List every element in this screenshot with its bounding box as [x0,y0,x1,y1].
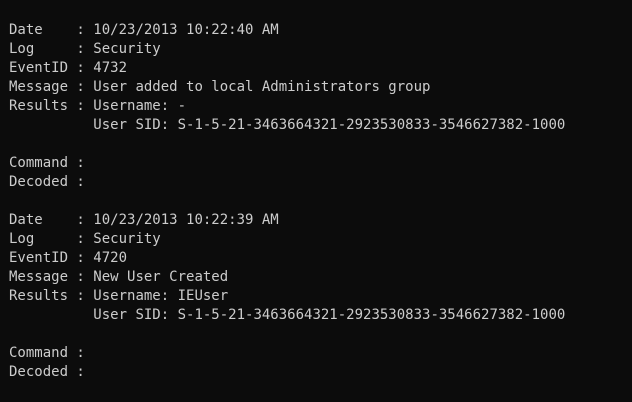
results-label: Results : [9,98,94,114]
log-line: Log : Security [9,40,632,59]
date-value: 10/23/2013 10:22:39 AM [93,212,279,228]
results-sid-line: User SID: S-1-5-21-3463664321-2923530833… [9,116,632,135]
eventid-label: EventID : [9,60,94,76]
event-record: Date : 10/23/2013 10:22:39 AM Log : Secu… [9,211,632,382]
log-label: Log : [9,231,94,247]
date-value: 10/23/2013 10:22:40 AM [93,22,279,38]
terminal-output[interactable]: Date : 10/23/2013 10:22:40 AM Log : Secu… [0,0,632,402]
log-value: Security [93,231,161,247]
log-line: Log : Security [9,230,632,249]
date-label: Date : [9,22,94,38]
results-label: Results : [9,288,94,304]
log-value: Security [93,41,161,57]
message-label: Message : [9,79,94,95]
decoded-line: Decoded : [9,173,632,192]
command-label: Command : [9,155,94,171]
command-line: Command : [9,154,632,173]
results-sid: User SID: S-1-5-21-3463664321-2923530833… [93,307,566,323]
decoded-label: Decoded : [9,364,94,380]
message-value: User added to local Administrators group [93,79,431,95]
command-line: Command : [9,344,632,363]
date-line: Date : 10/23/2013 10:22:39 AM [9,211,632,230]
decoded-label: Decoded : [9,174,94,190]
results-username: Username: IEUser [93,288,229,304]
event-record: Date : 10/23/2013 10:22:40 AM Log : Secu… [9,21,632,192]
results-sid: User SID: S-1-5-21-3463664321-2923530833… [93,117,566,133]
eventid-label: EventID : [9,250,94,266]
date-line: Date : 10/23/2013 10:22:40 AM [9,21,632,40]
eventid-line: EventID : 4720 [9,249,632,268]
results-line: Results : Username: IEUser [9,287,632,306]
eventid-line: EventID : 4732 [9,59,632,78]
message-line: Message : New User Created [9,268,632,287]
results-username: Username: - [93,98,187,114]
command-label: Command : [9,345,94,361]
results-indent [9,307,93,323]
eventid-value: 4720 [93,250,128,266]
date-label: Date : [9,212,94,228]
message-value: New User Created [93,269,229,285]
message-label: Message : [9,269,94,285]
results-indent [9,117,93,133]
decoded-line: Decoded : [9,363,632,382]
results-line: Results : Username: - [9,97,632,116]
message-line: Message : User added to local Administra… [9,78,632,97]
log-label: Log : [9,41,94,57]
eventid-value: 4732 [93,60,128,76]
results-sid-line: User SID: S-1-5-21-3463664321-2923530833… [9,306,632,325]
